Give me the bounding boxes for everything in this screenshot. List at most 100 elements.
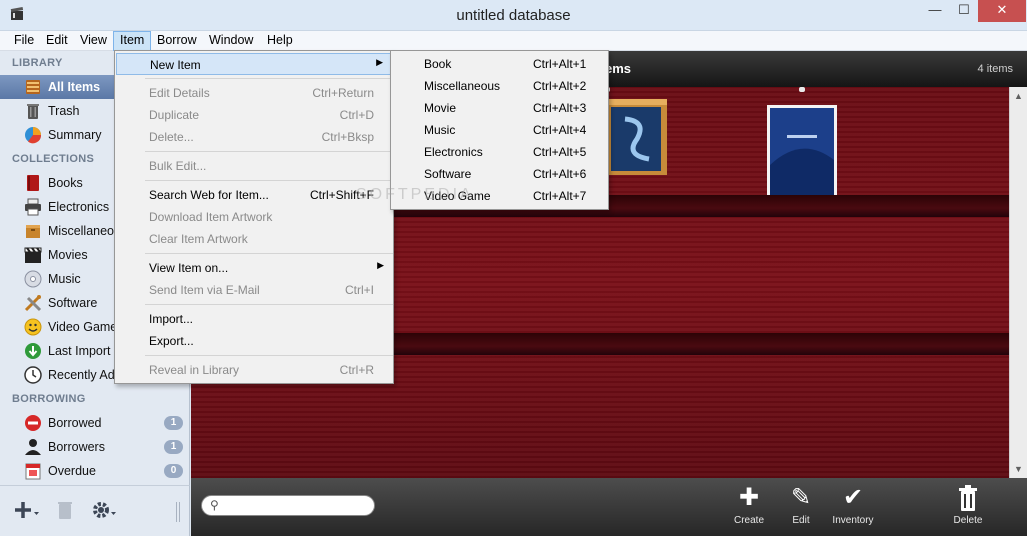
collections-heading: COLLECTIONS: [12, 153, 95, 165]
sidebar-item-borrowed[interactable]: Borrowed 1: [0, 411, 189, 435]
pie-chart-icon: [25, 127, 42, 144]
menu-import[interactable]: Import...: [116, 308, 392, 330]
delete-button[interactable]: Delete: [938, 484, 998, 526]
gear-icon[interactable]: [92, 500, 118, 520]
tools-icon: [24, 295, 42, 312]
menu-bulk-edit[interactable]: Bulk Edit...: [116, 155, 392, 177]
menu-separator: [145, 180, 393, 181]
submenu-item-miscellaneous[interactable]: Miscellaneous Ctrl+Alt+2: [392, 75, 607, 97]
submenu-item-software[interactable]: Software Ctrl+Alt+6: [392, 163, 607, 185]
menu-delete[interactable]: Delete... Ctrl+Bksp: [116, 126, 392, 148]
menu-shortcut: Ctrl+Alt+5: [533, 145, 587, 159]
sidebar-item-label: Software: [48, 296, 98, 310]
search-input[interactable]: [228, 498, 368, 513]
search-field[interactable]: ⚲: [201, 495, 375, 516]
menu-label: Import...: [149, 312, 194, 326]
book-cover-image: [767, 105, 837, 199]
count-badge: 1: [164, 416, 183, 430]
menu-send-email[interactable]: Send Item via E-Mail Ctrl+I: [116, 279, 392, 301]
sidebar-item-label: Borrowers: [48, 440, 105, 454]
menu-label: Movie: [424, 101, 457, 115]
vertical-scrollbar[interactable]: ▲ ▼: [1009, 87, 1027, 478]
menu-file[interactable]: File: [8, 31, 40, 51]
edit-button[interactable]: ✎ Edit: [771, 484, 831, 526]
scroll-up-icon[interactable]: ▲: [1010, 91, 1027, 101]
library-heading: LIBRARY: [12, 57, 63, 69]
menu-search-web[interactable]: Search Web for Item... Ctrl+Shift+F: [116, 184, 392, 206]
create-button[interactable]: ✚ Create: [719, 484, 779, 526]
sidebar-item-label: Movies: [48, 248, 88, 262]
menu-export[interactable]: Export...: [116, 330, 392, 352]
item-cover[interactable]: [607, 99, 667, 175]
menu-label: Miscellaneous: [424, 79, 501, 93]
menu-separator: [145, 78, 393, 79]
submenu-item-music[interactable]: Music Ctrl+Alt+4: [392, 119, 607, 141]
menu-label: Book: [424, 57, 452, 71]
menu-clear-artwork[interactable]: Clear Item Artwork: [116, 228, 392, 250]
close-button[interactable]: ✕: [978, 0, 1026, 22]
add-collection-button[interactable]: [14, 500, 40, 520]
menu-view-item-on[interactable]: View Item on... ▶: [116, 257, 392, 279]
plus-icon: ✚: [738, 484, 760, 511]
menu-download-artwork[interactable]: Download Item Artwork: [116, 206, 392, 228]
menu-reveal-in-library[interactable]: Reveal in Library Ctrl+R: [116, 359, 392, 381]
calendar-icon: [25, 463, 41, 480]
sidebar-item-label: Overdue: [48, 464, 96, 478]
item-cover[interactable]: [767, 105, 837, 199]
submenu-item-book[interactable]: Book Ctrl+Alt+1: [392, 53, 607, 75]
menu-shortcut: Ctrl+D: [339, 108, 374, 122]
submenu-item-electronics[interactable]: Electronics Ctrl+Alt+5: [392, 141, 607, 163]
menu-label: Software: [424, 167, 472, 181]
sidebar-item-label: Trash: [48, 104, 80, 118]
printer-icon: [25, 198, 41, 216]
menu-item[interactable]: Item: [113, 31, 152, 51]
submenu-item-movie[interactable]: Movie Ctrl+Alt+3: [392, 97, 607, 119]
inventory-label: Inventory: [832, 515, 874, 526]
smiley-icon: [24, 318, 42, 336]
trash-icon: [27, 104, 39, 119]
sidebar-item-overdue[interactable]: Overdue 0: [0, 459, 189, 483]
trash-icon[interactable]: [56, 500, 74, 520]
sidebar-footer: [0, 485, 190, 536]
menu-separator: [145, 253, 393, 254]
clock-icon: [24, 366, 42, 384]
menu-shortcut: Ctrl+Alt+1: [533, 57, 587, 71]
sidebar-item-label: Borrowed: [48, 416, 102, 430]
menu-view[interactable]: View: [74, 31, 113, 51]
menu-label: Delete...: [149, 130, 194, 144]
sidebar-item-borrowers[interactable]: Borrowers 1: [0, 435, 189, 459]
watermark: SOFTPEDIA: [356, 186, 474, 203]
clapperboard-icon: [24, 247, 42, 263]
title-bar: untitled database — ☐ ✕: [0, 0, 1027, 31]
menu-label: Duplicate: [149, 108, 200, 122]
all-items-icon: [26, 80, 40, 94]
sidebar-item-label: Summary: [48, 128, 102, 142]
pencil-icon: ✎: [790, 484, 812, 511]
menu-window[interactable]: Window: [203, 31, 259, 51]
sidebar-item-label: Books: [48, 176, 83, 190]
menu-borrow[interactable]: Borrow: [151, 31, 203, 51]
menu-edit[interactable]: Edit: [40, 31, 74, 51]
person-icon: [25, 439, 41, 455]
menu-shortcut: Ctrl+Bksp: [321, 130, 374, 144]
window-title: untitled database: [456, 7, 571, 24]
menu-label: Bulk Edit...: [149, 159, 207, 173]
sidebar-item-label: Electronics: [48, 200, 110, 214]
menu-label: Clear Item Artwork: [149, 232, 248, 246]
trash-icon: [959, 485, 977, 511]
resize-grip[interactable]: [176, 502, 180, 522]
menu-shortcut: Ctrl+Alt+6: [533, 167, 587, 181]
create-label: Create: [733, 515, 764, 526]
menu-label: View Item on...: [149, 261, 229, 275]
menu-shortcut: Ctrl+Alt+2: [533, 79, 587, 93]
item-count: 4 items: [977, 63, 1013, 75]
sidebar-item-label: Video Games: [48, 320, 124, 334]
sidebar-item-label: Last Import: [48, 344, 111, 358]
menu-edit-details[interactable]: Edit Details Ctrl+Return: [116, 82, 392, 104]
scroll-down-icon[interactable]: ▼: [1010, 464, 1027, 474]
inventory-button[interactable]: ✔ Inventory: [823, 484, 883, 526]
sidebar-item-label: All Items: [48, 80, 101, 94]
menu-duplicate[interactable]: Duplicate Ctrl+D: [116, 104, 392, 126]
menu-new-item[interactable]: New Item ▶: [116, 53, 392, 75]
menu-help[interactable]: Help: [261, 31, 299, 51]
